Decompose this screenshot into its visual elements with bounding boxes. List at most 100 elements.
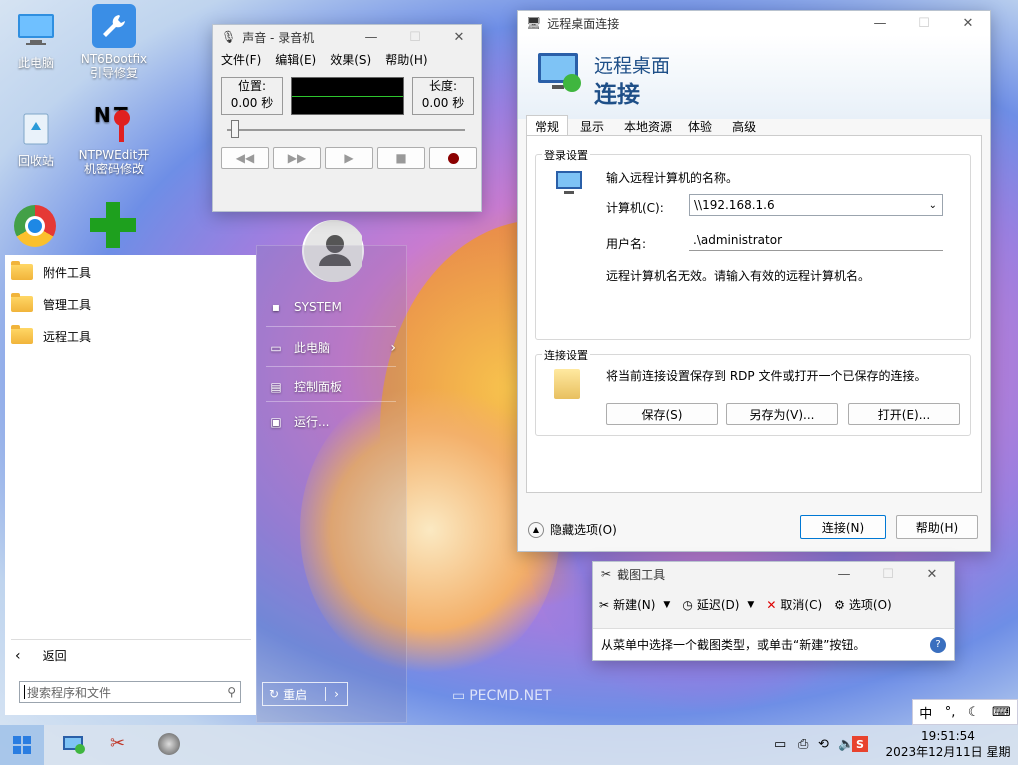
- cancel-icon: ✕: [766, 597, 777, 612]
- maximize-button[interactable]: ☐: [902, 16, 946, 31]
- chevron-down-icon[interactable]: ⌄: [929, 200, 937, 211]
- folder-icon: [11, 325, 33, 344]
- start-menu-right-pane: [256, 245, 407, 723]
- rdp-banner-icon: [536, 49, 584, 93]
- tray-usb-icon[interactable]: ⎙: [798, 737, 808, 752]
- chevron-down-icon[interactable]: ▼: [663, 600, 670, 610]
- seek-slider[interactable]: [227, 120, 465, 138]
- back-button[interactable]: ‹ 返回: [15, 647, 67, 664]
- length-box: 长度: 0.00 秒: [412, 77, 474, 115]
- windows-logo-icon: [13, 736, 31, 754]
- computer-combobox[interactable]: \\192.168.1.6 ⌄: [689, 194, 943, 216]
- run-icon: ▣: [270, 414, 282, 429]
- taskbar-snip-icon[interactable]: ✂: [110, 733, 125, 754]
- clock[interactable]: 19:51:54 2023年12月11日 星期一: [880, 728, 1016, 765]
- scissors-icon: ✂: [599, 597, 610, 612]
- title-bar: 🎙 声音 - 录音机 — ☐ ✕: [213, 25, 481, 49]
- punctuation-icon[interactable]: °,: [945, 705, 956, 720]
- play-button[interactable]: ▶: [325, 147, 373, 169]
- minimize-button[interactable]: —: [858, 16, 902, 31]
- desktop-icon-ntpwedit[interactable]: NT NTPWEdit开 机密码修改: [69, 100, 159, 176]
- divider: [266, 326, 396, 327]
- start-right-this-pc[interactable]: ▭ 此电脑 ›: [268, 339, 396, 356]
- start-button[interactable]: [0, 725, 44, 765]
- close-button[interactable]: ✕: [946, 16, 990, 31]
- search-input[interactable]: 搜索程序和文件 ⚲: [19, 681, 241, 703]
- chevron-right-icon[interactable]: ›: [325, 687, 347, 701]
- start-item-accessories[interactable]: 附件工具: [5, 256, 256, 288]
- start-item-admin-tools[interactable]: 管理工具: [5, 288, 256, 320]
- minimize-button[interactable]: —: [822, 567, 866, 582]
- save-button[interactable]: 保存(S): [606, 403, 718, 425]
- computer-icon: ▭: [270, 340, 282, 355]
- position-box: 位置: 0.00 秒: [221, 77, 283, 115]
- taskbar-recorder-icon[interactable]: [158, 733, 180, 755]
- menu-help[interactable]: 帮助(H): [385, 51, 427, 68]
- open-button[interactable]: 打开(E)...: [848, 403, 960, 425]
- rewind-button[interactable]: ◀◀: [221, 147, 269, 169]
- close-button[interactable]: ✕: [437, 30, 481, 45]
- new-snip-button[interactable]: ✂ 新建(N) ▼: [599, 596, 670, 613]
- scissors-icon: ✂: [601, 567, 612, 581]
- wrench-icon: [92, 4, 136, 48]
- clock-icon: ◷: [682, 597, 693, 612]
- start-item-remote-tools[interactable]: 远程工具: [5, 320, 256, 352]
- menu-effects[interactable]: 效果(S): [330, 51, 371, 68]
- green-cross-icon[interactable]: [90, 200, 136, 250]
- menu-file[interactable]: 文件(F): [221, 51, 261, 68]
- sound-recorder-window: 🎙 声音 - 录音机 — ☐ ✕ 文件(F) 编辑(E) 效果(S) 帮助(H) 位…: [212, 24, 482, 212]
- key-icon: NT: [92, 100, 136, 144]
- desktop-icon-nt6bootfix[interactable]: NT6Bootfix 引导修复: [69, 4, 159, 80]
- monitor-icon: [14, 8, 58, 52]
- svg-text:N: N: [94, 103, 111, 127]
- banner-title-2: 连接: [594, 82, 640, 108]
- chevron-left-icon: ‹: [15, 647, 21, 664]
- help-button[interactable]: 帮助(H): [896, 515, 978, 539]
- stop-button[interactable]: ■: [377, 147, 425, 169]
- chrome-icon[interactable]: [14, 205, 56, 247]
- start-right-control-panel[interactable]: ▤ 控制面板: [268, 378, 342, 395]
- tray-sync-icon[interactable]: ⟲: [818, 737, 829, 752]
- title-bar: 🖥 远程桌面连接 — ☐ ✕: [518, 11, 990, 35]
- tray-monitor-icon[interactable]: ▭: [774, 737, 786, 752]
- connect-button[interactable]: 连接(N): [800, 515, 886, 539]
- hide-options-button[interactable]: ▲ 隐藏选项(O): [528, 521, 617, 538]
- save-as-button[interactable]: 另存为(V)...: [726, 403, 838, 425]
- rdp-icon: 🖥: [526, 16, 542, 30]
- chevron-down-icon[interactable]: ▼: [747, 600, 754, 610]
- transport-controls: ◀◀ ▶▶ ▶ ■: [221, 147, 477, 169]
- maximize-button[interactable]: ☐: [393, 30, 437, 45]
- gear-icon: ⚙: [834, 597, 845, 612]
- tray-sogou-icon[interactable]: S: [852, 736, 868, 752]
- user-small-icon: ▪: [271, 300, 281, 314]
- slider-thumb[interactable]: [231, 120, 239, 138]
- search-icon: ⚲: [227, 685, 236, 699]
- taskbar: ✂ ▭ ⎙ ⟲ 🔈 S 19:51:54 2023年12月11日 星期一: [0, 725, 1018, 765]
- waveform-display: [291, 77, 404, 115]
- maximize-button[interactable]: ☐: [866, 567, 910, 582]
- banner-title-1: 远程桌面: [594, 55, 671, 77]
- close-button[interactable]: ✕: [910, 567, 954, 582]
- cancel-snip-button[interactable]: ✕ 取消(C): [766, 596, 822, 613]
- menu-edit[interactable]: 编辑(E): [275, 51, 316, 68]
- taskbar-rdp-icon[interactable]: [62, 733, 86, 757]
- record-button[interactable]: [429, 147, 477, 169]
- ime-chinese-icon[interactable]: 中: [919, 703, 932, 722]
- restart-button[interactable]: ↻ 重启 ›: [262, 682, 348, 706]
- keyboard-icon[interactable]: ⌨: [992, 705, 1011, 720]
- minimize-button[interactable]: —: [349, 30, 393, 45]
- start-right-system[interactable]: ▪ SYSTEM: [268, 300, 342, 314]
- computer-icon: [554, 169, 586, 200]
- divider: [266, 401, 396, 402]
- options-button[interactable]: ⚙ 选项(O): [834, 596, 892, 613]
- moon-icon[interactable]: ☾: [968, 705, 980, 720]
- divider: [11, 639, 251, 640]
- start-right-run[interactable]: ▣ 运行...: [268, 413, 329, 430]
- folder-icon: [11, 293, 33, 312]
- help-icon[interactable]: ?: [930, 636, 946, 653]
- fast-forward-button[interactable]: ▶▶: [273, 147, 321, 169]
- delay-button[interactable]: ◷ 延迟(D) ▼: [682, 596, 754, 613]
- username-field[interactable]: .\administrator: [689, 229, 943, 251]
- rdp-banner: 远程桌面 连接: [518, 35, 990, 119]
- title-bar: ✂ 截图工具 — ☐ ✕: [593, 562, 954, 586]
